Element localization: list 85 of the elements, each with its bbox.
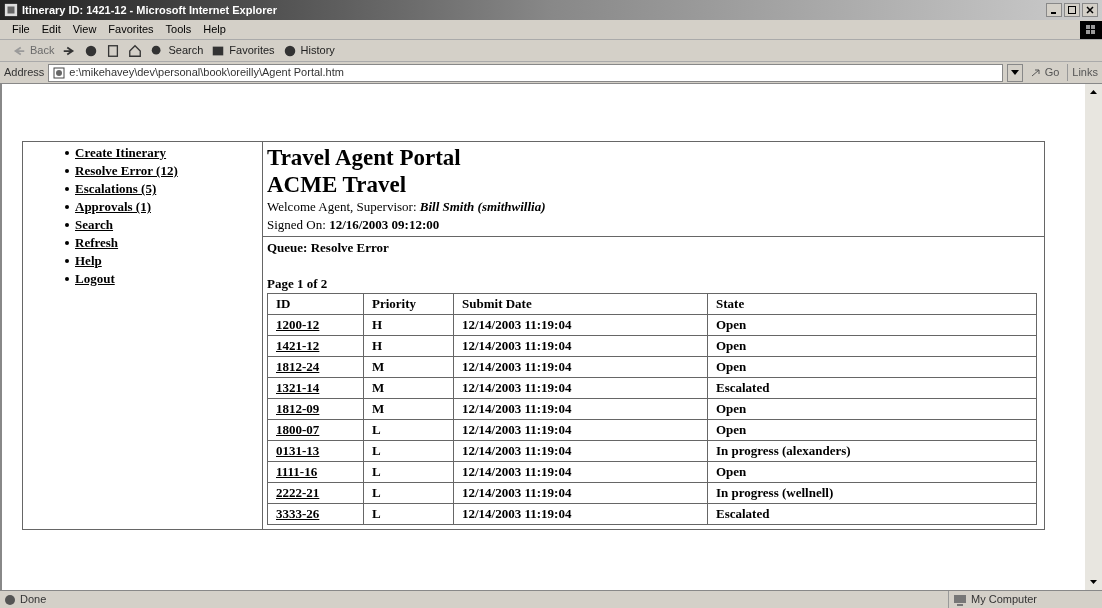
computer-icon	[953, 593, 967, 606]
column-header: Submit Date	[453, 293, 708, 315]
table-cell: Escalated	[716, 380, 770, 396]
table-cell: M	[372, 359, 385, 375]
table-cell: Open	[716, 338, 747, 354]
address-label: Address	[4, 65, 45, 81]
table-cell: L	[372, 464, 381, 480]
close-button[interactable]	[1082, 3, 1098, 17]
page-indicator: Page 1 of 2	[267, 275, 329, 293]
nav-link[interactable]: Resolve Error (12)	[75, 161, 178, 181]
table-cell: Open	[716, 401, 747, 417]
table-cell: L	[372, 506, 381, 522]
browser-icon	[4, 3, 18, 17]
signed-on-text: Signed On: 12/16/2003 09:12:00	[267, 216, 441, 234]
queue-title: Queue: Resolve Error	[267, 239, 390, 257]
table-cell: 12/14/2003 11:19:04	[462, 485, 572, 501]
maximize-icon	[1068, 6, 1076, 14]
nav-link[interactable]: Logout	[75, 269, 115, 289]
table-cell: M	[372, 401, 385, 417]
menu-item[interactable]: Tools	[165, 21, 192, 38]
caret-icon	[1010, 70, 1019, 75]
bullet-icon	[65, 205, 69, 209]
menu-item[interactable]: Help	[203, 21, 226, 38]
column-header: Priority	[363, 293, 454, 315]
table-cell: Open	[716, 422, 747, 438]
close-icon	[1086, 6, 1094, 14]
toolbar-button[interactable]	[128, 43, 143, 58]
bullet-icon	[65, 223, 69, 227]
table-cell: Escalated	[716, 506, 770, 522]
menu-item[interactable]: Favorites	[108, 21, 154, 38]
window-title: Itinerary ID: 1421-12 - Microsoft Internet Explorer	[22, 2, 277, 18]
scrollbar[interactable]	[1085, 84, 1102, 590]
bullet-icon	[65, 277, 69, 281]
table-cell: 12/14/2003 11:19:04	[462, 506, 572, 522]
dropdown-button[interactable]	[1006, 63, 1023, 82]
bullet-icon	[65, 151, 69, 155]
table-cell: 12/14/2003 11:19:04	[462, 338, 572, 354]
bullet-icon	[65, 259, 69, 263]
table-cell: Open	[716, 317, 747, 333]
nav-link[interactable]: Approvals (1)	[75, 197, 151, 217]
go-button[interactable]: Go	[1026, 64, 1064, 81]
welcome-text: Welcome Agent, Supervisor: Bill Smith (smithwillia)	[267, 198, 547, 216]
table-cell: 12/14/2003 11:19:04	[462, 317, 572, 333]
nav-link[interactable]: Refresh	[75, 233, 119, 253]
table-cell: In progress (wellnell)	[716, 485, 834, 501]
arrow-icon	[1030, 67, 1041, 78]
table-cell: H	[372, 317, 383, 333]
nav-link[interactable]: Search	[75, 215, 114, 235]
toolbar-button[interactable]: Favorites	[211, 42, 275, 59]
table-cell: 12/14/2003 11:19:04	[462, 401, 572, 417]
table-cell: 12/14/2003 11:19:04	[462, 359, 572, 375]
portal-title: Travel Agent Portal	[267, 144, 462, 171]
bullet-icon	[65, 187, 69, 191]
table-cell: 12/14/2003 11:19:04	[462, 422, 572, 438]
zone-text: My Computer	[971, 592, 1038, 608]
table-cell: M	[372, 380, 385, 396]
status-text: Done	[20, 592, 47, 608]
toolbar-button[interactable]: History	[282, 42, 335, 59]
nav-link[interactable]: Help	[75, 251, 102, 271]
table-cell: 12/14/2003 11:19:04	[462, 464, 572, 480]
table-cell: L	[372, 422, 381, 438]
nav-link[interactable]: Escalations (5)	[75, 179, 157, 199]
bullet-icon	[65, 169, 69, 173]
column-header: ID	[267, 293, 364, 315]
company-name: ACME Travel	[267, 171, 408, 198]
table-cell: In progress (alexanders)	[716, 443, 851, 459]
table-cell: 12/14/2003 11:19:04	[462, 443, 572, 459]
menu-item[interactable]: File	[12, 21, 30, 38]
links-button[interactable]: Links	[1067, 64, 1098, 81]
maximize-button[interactable]	[1064, 3, 1080, 17]
column-header: State	[707, 293, 1037, 315]
table-cell: H	[372, 338, 383, 354]
menu-item[interactable]: View	[72, 21, 97, 38]
menu-item[interactable]: Edit	[41, 21, 61, 38]
nav-link[interactable]: Create Itinerary	[75, 143, 167, 163]
table-cell: L	[372, 443, 381, 459]
table-cell: Open	[716, 464, 747, 480]
minimize-button[interactable]	[1046, 3, 1062, 17]
home-icon	[128, 43, 143, 58]
address-field[interactable]: e:\mikehavey\dev\personal\book\oreilly\Agent Portal.htm	[48, 63, 1003, 82]
bullet-icon	[65, 241, 69, 245]
toolbar-button[interactable]: Search	[150, 42, 204, 59]
table-cell: Open	[716, 359, 747, 375]
table-cell: L	[372, 485, 381, 501]
table-cell: 12/14/2003 11:19:04	[462, 380, 572, 396]
